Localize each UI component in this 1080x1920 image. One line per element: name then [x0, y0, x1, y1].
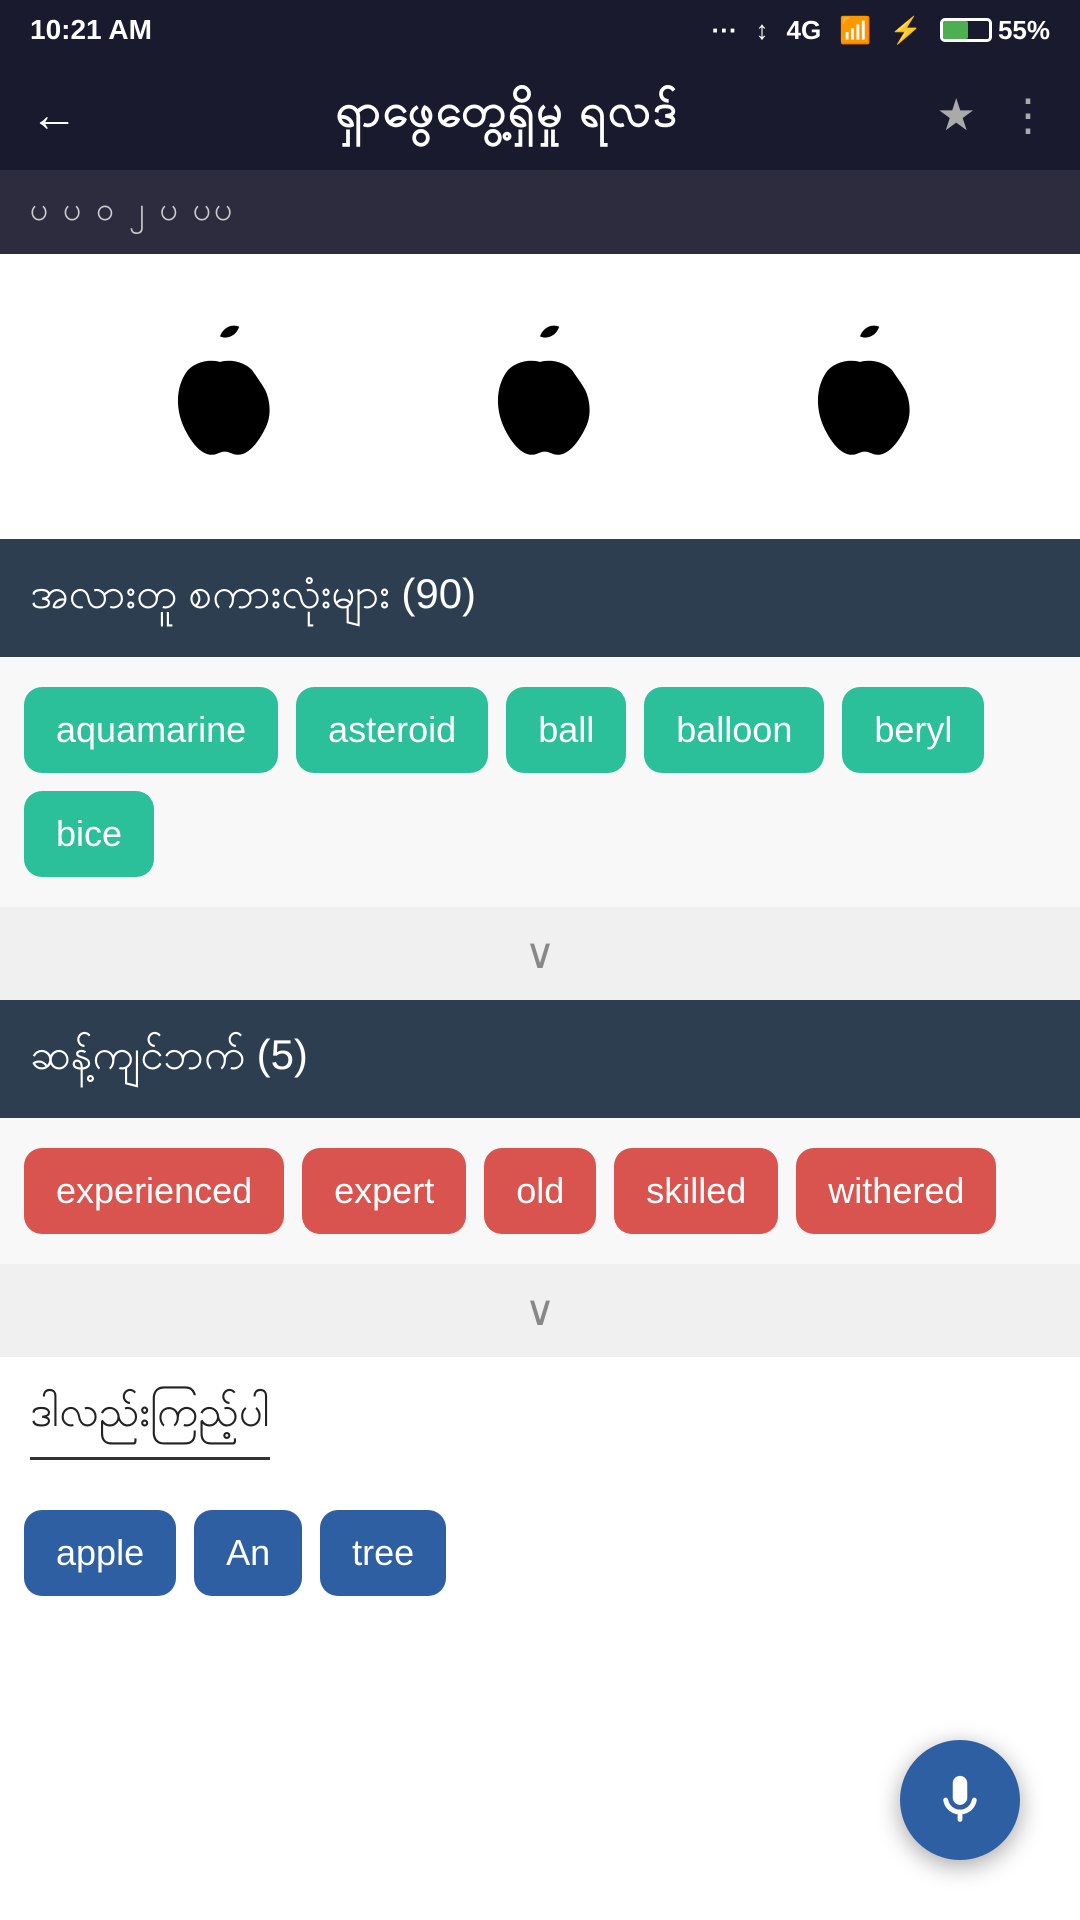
tag-skilled[interactable]: skilled	[614, 1148, 778, 1234]
tag-apple[interactable]: apple	[24, 1510, 176, 1596]
battery: 55%	[940, 15, 1050, 46]
app-bar: ← ရှာဖွေတွေ့ရှိမှု ရလဒ် ★ ⋮	[0, 60, 1080, 170]
tag-ball[interactable]: ball	[506, 687, 626, 773]
expand-similar-words[interactable]: ∨	[0, 907, 1080, 1000]
tag-an[interactable]: An	[194, 1510, 302, 1596]
tag-experienced[interactable]: experienced	[24, 1148, 284, 1234]
tab-bar-text: ပ ပ ဝ ၂ ပ ပပ	[30, 191, 235, 227]
similar-words-header: အလားတူ စကားလုံးများ (90)	[0, 539, 1080, 657]
antonyms-tags: experienced expert old skilled withered	[0, 1118, 1080, 1264]
tab-bar: ပ ပ ဝ ၂ ပ ပပ	[0, 170, 1080, 254]
apple-icons-area	[0, 254, 1080, 539]
tag-beryl[interactable]: beryl	[842, 687, 984, 773]
tag-aquamarine[interactable]: aquamarine	[24, 687, 278, 773]
apple-icon-1	[140, 314, 300, 479]
signal-bars: ↕	[756, 15, 769, 46]
tag-expert[interactable]: expert	[302, 1148, 466, 1234]
also-see-tags: apple An tree	[0, 1480, 1080, 1656]
status-right: ··· ↕ 4G 📶 ⚡ 55%	[712, 15, 1050, 46]
antonyms-header: ဆန့်ကျင်ဘက် (5)	[0, 1000, 1080, 1118]
tag-withered[interactable]: withered	[796, 1148, 996, 1234]
also-see-section: ဒါလည်းကြည့်ပါ	[0, 1357, 1080, 1480]
tag-bice[interactable]: bice	[24, 791, 154, 877]
chevron-down-icon-1: ∨	[525, 929, 556, 978]
tag-asteroid[interactable]: asteroid	[296, 687, 488, 773]
mic-icon	[931, 1771, 989, 1829]
apple-icon-3	[780, 314, 940, 479]
signal-dots: ···	[712, 15, 738, 46]
apple-icon-2	[460, 314, 620, 479]
status-time: 10:21 AM	[30, 14, 152, 46]
back-button[interactable]: ←	[30, 88, 78, 143]
battery-fill	[943, 21, 968, 39]
battery-percent: 55%	[998, 15, 1050, 46]
charging-icon: ⚡	[890, 15, 922, 46]
similar-words-tags: aquamarine asteroid ball balloon beryl b…	[0, 657, 1080, 907]
expand-antonyms[interactable]: ∨	[0, 1264, 1080, 1357]
page-title: ရှာဖွေတွေ့ရှိမှု ရလဒ်	[108, 82, 907, 149]
more-button[interactable]: ⋮	[1006, 90, 1050, 141]
tag-tree[interactable]: tree	[320, 1510, 446, 1596]
also-see-title: ဒါလည်းကြည့်ပါ	[30, 1385, 270, 1460]
status-bar: 10:21 AM ··· ↕ 4G 📶 ⚡ 55%	[0, 0, 1080, 60]
signal-bars-2: 📶	[839, 15, 871, 46]
star-button[interactable]: ★	[937, 90, 976, 141]
chevron-down-icon-2: ∨	[525, 1286, 556, 1335]
network-type: 4G	[787, 15, 822, 46]
mic-button[interactable]	[900, 1740, 1020, 1860]
battery-bar	[940, 18, 992, 42]
tag-old[interactable]: old	[484, 1148, 596, 1234]
tag-balloon[interactable]: balloon	[644, 687, 824, 773]
